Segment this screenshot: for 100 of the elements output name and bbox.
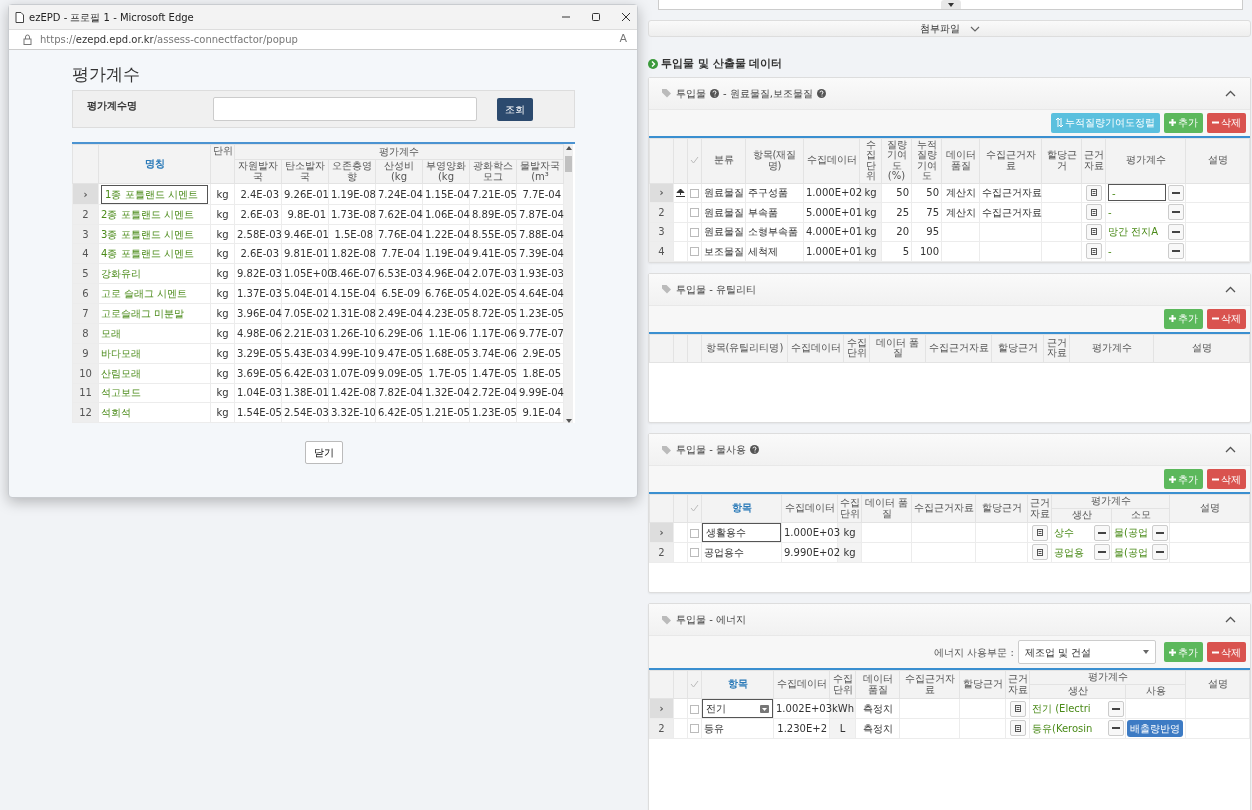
table-cell: 1.22E-04 [422, 224, 470, 244]
row-checkbox[interactable] [690, 188, 699, 198]
window-title: ezEPD - 프로필 1 - Microsoft Edge [29, 10, 194, 25]
scroll-up-icon[interactable] [565, 146, 572, 151]
document-button[interactable] [1085, 223, 1102, 240]
row-checkbox[interactable] [690, 724, 699, 734]
row-checkbox[interactable] [690, 208, 699, 218]
table-cell: 4.96E-04 [422, 263, 470, 284]
table-cell: 1.19E-04 [422, 244, 470, 264]
document-button[interactable] [1031, 524, 1048, 541]
delete-button[interactable]: 삭제 [1207, 308, 1246, 329]
close-icon[interactable] [621, 12, 631, 22]
remove-button[interactable] [1168, 243, 1184, 260]
scroll-down-icon[interactable] [565, 419, 572, 424]
add-button[interactable]: 추가 [1164, 469, 1203, 489]
document-button[interactable] [1031, 544, 1048, 561]
column-header[interactable]: 명칭 [98, 144, 211, 184]
column-header: 데이터 품질 [861, 494, 912, 523]
table-cell: kg [210, 204, 235, 225]
table-cell: 1.230E+2 [773, 718, 830, 738]
table-cell: 부속품 [745, 202, 804, 222]
document-button[interactable] [1085, 243, 1102, 260]
search-field[interactable] [213, 97, 477, 122]
add-button[interactable]: 추가 [1164, 308, 1203, 329]
chevron-up-icon[interactable] [1225, 89, 1236, 97]
remove-button[interactable] [1168, 184, 1184, 201]
attachments-bar[interactable]: 첨부파일 [648, 20, 1251, 37]
column-header[interactable]: 항목 [701, 670, 774, 699]
apply-button[interactable]: 배출량반영 [1127, 719, 1183, 737]
chevron-up-icon[interactable] [1225, 616, 1236, 623]
remove-button[interactable] [1152, 524, 1168, 541]
remove-button[interactable] [1108, 720, 1124, 737]
table-cell: 6.53E-03 [375, 263, 423, 284]
resize-tab[interactable] [940, 0, 961, 9]
maximize-icon[interactable] [591, 12, 601, 22]
search-button[interactable]: 조회 [497, 97, 533, 121]
document-button[interactable] [1009, 720, 1026, 737]
address-url[interactable]: https://ezepd.epd.or.kr/assess-connectfactor/popup [40, 32, 298, 47]
panel-title: 투입물 [676, 86, 706, 101]
column-header[interactable]: 항목 [701, 494, 782, 523]
factor-link[interactable]: - [1108, 243, 1112, 259]
table-cell: 9.8E-01 [281, 204, 329, 225]
scrollbar[interactable] [564, 144, 573, 424]
table-cell: 7.7E-04 [375, 244, 423, 264]
table-cell: kg [210, 303, 235, 324]
row-checkbox[interactable] [690, 528, 699, 538]
minus-icon [1112, 707, 1120, 710]
table-cell: 1.000E+03 [781, 522, 838, 543]
table-cell: 1.07E-09 [328, 363, 376, 383]
remove-button[interactable] [1094, 544, 1110, 561]
document-button[interactable] [1009, 700, 1026, 717]
chevron-up-icon[interactable] [1225, 446, 1236, 453]
table-cell: 공업용수 [701, 542, 782, 562]
add-button[interactable]: 추가 [1164, 642, 1203, 662]
document-icon [1090, 228, 1097, 236]
table-cell: 6.42E-05 [375, 402, 423, 423]
material-name-link[interactable]: 석회석 [101, 407, 131, 419]
column-header: 설명 [1169, 494, 1250, 523]
minus-icon [1156, 531, 1164, 534]
remove-button[interactable] [1168, 204, 1184, 221]
column-header: 수집데이터 [773, 670, 830, 699]
table-cell: 1.19E-08 [328, 183, 376, 205]
row-marker: 9 [72, 343, 99, 364]
material-name-link[interactable]: 1종 포틀랜드 시멘트 [101, 184, 208, 204]
dropdown-field[interactable]: 제조업 및 건설 [1018, 640, 1156, 664]
table-cell: 1.1E-06 [422, 323, 470, 344]
table-cell: kg [210, 244, 235, 264]
delete-button[interactable]: 삭제 [1207, 469, 1246, 489]
add-button[interactable]: 추가 [1164, 112, 1203, 133]
input-field[interactable]: 생활용수 [702, 523, 781, 542]
remove-button[interactable] [1152, 544, 1168, 561]
factor-link[interactable]: - [1108, 184, 1166, 202]
table-cell: 9.82E-03 [234, 263, 282, 284]
delete-button[interactable]: 삭제 [1207, 642, 1246, 662]
row-checkbox[interactable] [690, 548, 699, 558]
column-header: 평가계수 [1105, 138, 1186, 183]
document-icon [1014, 724, 1021, 732]
document-icon [1090, 247, 1097, 255]
row-checkbox[interactable] [690, 227, 699, 237]
table-cell: 8.55E-05 [469, 224, 517, 244]
row-checkbox[interactable] [690, 704, 699, 714]
scrollbar-thumb[interactable] [565, 156, 572, 173]
read-aloud-button[interactable]: A [619, 31, 627, 48]
section-title: 투입물 및 산출물 데이터 [661, 56, 783, 72]
minus-icon [1112, 727, 1120, 730]
table-cell: 1.82E-08 [328, 244, 376, 264]
row-checkbox[interactable] [690, 247, 699, 257]
factor-link[interactable]: - [1108, 204, 1112, 220]
material-name-link[interactable]: 모래 [101, 327, 121, 339]
document-button[interactable] [1085, 184, 1102, 201]
remove-button[interactable] [1108, 700, 1124, 717]
close-button[interactable]: 닫기 [304, 441, 343, 465]
document-button[interactable] [1085, 204, 1102, 221]
chevron-up-icon[interactable] [1225, 285, 1236, 293]
delete-button[interactable]: 삭제 [1207, 112, 1246, 133]
dropdown-field[interactable]: 전기 [702, 699, 773, 718]
remove-button[interactable] [1168, 223, 1184, 240]
table-cell: 원료물질 [701, 202, 746, 222]
table-cell: 1.7E-05 [422, 363, 470, 383]
remove-button[interactable] [1094, 524, 1110, 541]
